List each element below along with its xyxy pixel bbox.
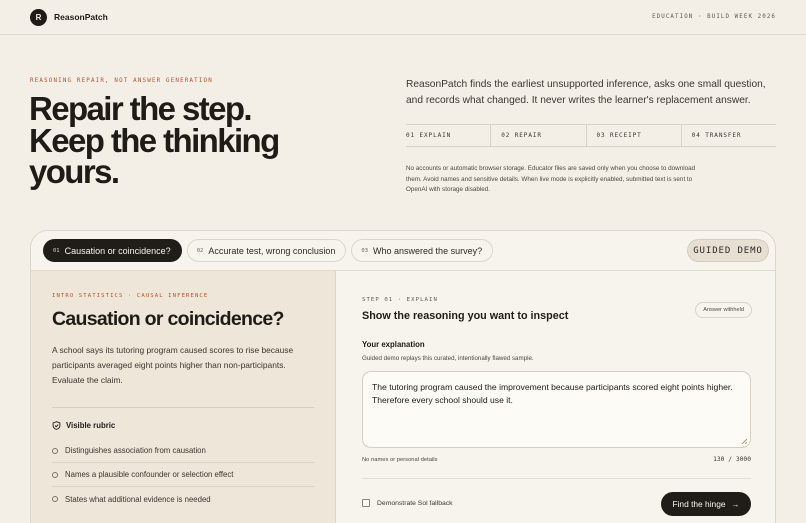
shield-check-icon [52,421,61,430]
explain-column: STEP 01 · EXPLAIN Show the reasoning you… [336,271,775,523]
tab-label: Accurate test, wrong conclusion [208,245,336,256]
find-hinge-button[interactable]: Find the hinge → [661,492,751,516]
problem-title: Causation or coincidence? [52,308,284,330]
answer-withheld-badge: Answer withheld [695,302,752,318]
tab-number: 02 [196,247,204,254]
explanation-hint: Guided demo replays this curated, intent… [362,355,534,362]
tab-label: Causation or coincidence? [64,245,171,256]
step-transfer: 04 TRANSFER [680,125,776,146]
character-count: 130 / 3000 [713,456,751,463]
step-repair: 02 REPAIR [490,125,585,146]
divider [52,407,314,408]
step-kicker: STEP 01 · EXPLAIN [362,297,438,303]
rubric-item-label: Names a plausible confounder or selectio… [65,470,234,479]
circle-icon [52,447,58,454]
headline-line-2: Keep the thinking [29,121,280,159]
divider [362,478,751,479]
headline-line-3: yours. [29,153,120,190]
rubric-item: Names a plausible confounder or selectio… [52,463,314,487]
sol-fallback-toggle[interactable]: Demonstrate Sol fallback [362,499,453,507]
privacy-note: No names or personal details [362,457,438,463]
rubric-item: States what additional evidence is neede… [52,487,314,511]
headline-line-1: Repair the step. [29,90,253,127]
demo-panel: 01 Causation or coincidence? 02 Accurate… [30,230,776,523]
hero-headline: Repair the step. Keep the thinking yours… [29,90,359,190]
rubric-heading: Visible rubric [52,421,115,430]
arrow-right-icon: → [731,499,740,509]
hero-lede: ReasonPatch finds the earliest unsupport… [406,79,766,106]
step-receipt: 03 RECEIPT [585,125,681,146]
problem-body: A school says its tutoring program cause… [52,345,294,385]
explanation-textarea[interactable]: The tutoring program caused the improvem… [362,371,751,448]
guided-demo-badge[interactable]: GUIDED DEMO [687,239,769,262]
tab-survey[interactable]: 03 Who answered the survey? [351,239,494,262]
resize-grip-icon[interactable] [741,438,747,444]
rubric-item: Distinguishes association from causation [52,439,314,463]
process-steps: 01 EXPLAIN 02 REPAIR 03 RECEIPT 04 TRANS… [406,124,776,147]
hero-kicker: REASONING REPAIR, NOT ANSWER GENERATION [30,78,213,84]
rubric-title: Visible rubric [66,421,116,430]
cta-label: Find the hinge [672,499,726,509]
tab-accurate-test[interactable]: 02 Accurate test, wrong conclusion [186,239,347,262]
circle-icon [52,496,58,502]
rubric-list: Distinguishes association from causation… [52,439,314,511]
explanation-text: The tutoring program caused the improvem… [372,382,733,405]
logo-mark[interactable]: R [30,8,47,26]
explanation-label: Your explanation [362,340,425,349]
privacy-notice: No accounts or automatic browser storage… [406,165,696,194]
tab-causation[interactable]: 01 Causation or coincidence? [43,239,182,262]
problem-kicker: INTRO STATISTICS · CAUSAL INFERENCE [52,293,209,299]
top-bar: R ReasonPatch EDUCATION · BUILD WEEK 202… [0,0,806,35]
tab-number: 03 [361,247,369,254]
problem-column: INTRO STATISTICS · CAUSAL INFERENCE Caus… [31,271,336,523]
tab-number: 01 [53,247,60,254]
fallback-label: Demonstrate Sol fallback [377,499,453,507]
rubric-item-label: Distinguishes association from causation [65,446,206,455]
rubric-item-label: States what additional evidence is neede… [65,494,211,504]
explain-title: Show the reasoning you want to inspect [362,310,569,322]
circle-icon [52,471,58,478]
step-explain: 01 EXPLAIN [406,132,452,139]
tab-label: Who answered the survey? [373,245,483,256]
brand-name[interactable]: ReasonPatch [54,12,108,22]
fallback-checkbox[interactable] [362,499,370,507]
event-label: EDUCATION · BUILD WEEK 2026 [652,14,776,20]
scenario-tabs: 01 Causation or coincidence? 02 Accurate… [31,231,775,271]
